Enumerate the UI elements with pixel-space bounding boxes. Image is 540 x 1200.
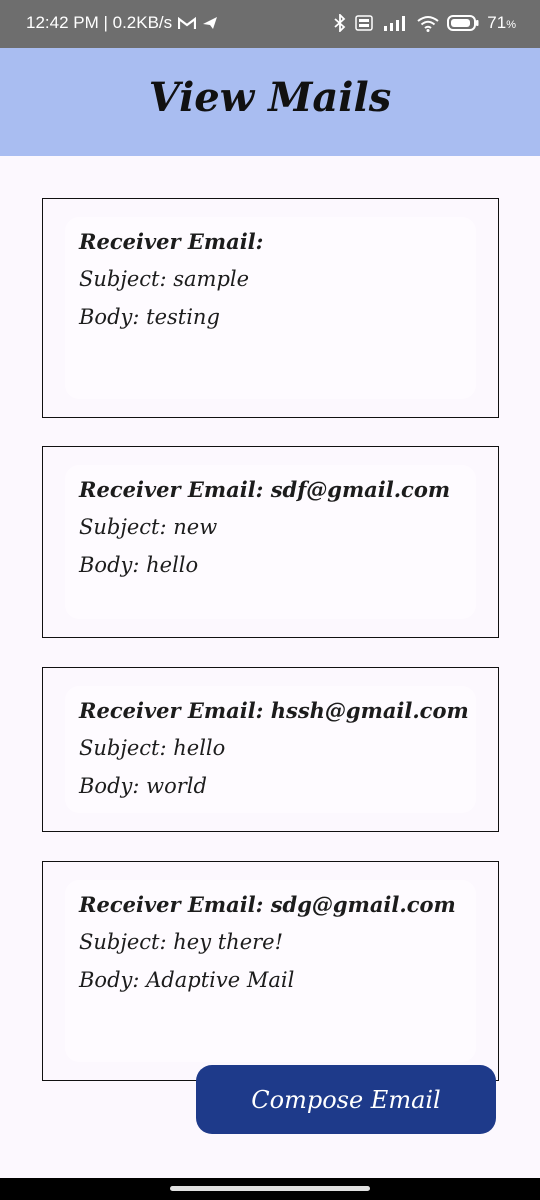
receiver-email: Receiver Email: (79, 229, 264, 254)
receiver-email: Receiver Email: sdg@gmail.com (79, 892, 456, 917)
mail-subject: Subject: hey there! (79, 930, 284, 954)
receiver-email: Receiver Email: sdf@gmail.com (79, 477, 451, 502)
mail-body: Body: hello (79, 553, 199, 577)
battery-percentage: 71% (487, 13, 516, 33)
send-arrow-icon (202, 16, 218, 30)
mail-card[interactable]: Receiver Email: sdg@gmail.com Subject: h… (42, 861, 499, 1081)
mail-card[interactable]: Receiver Email: Subject: sample Body: te… (42, 198, 499, 418)
wifi-icon (417, 15, 439, 32)
status-time-speed: 12:42 PM | 0.2KB/s (26, 13, 173, 32)
mail-body: Body: Adaptive Mail (79, 968, 295, 992)
status-right: 71% (333, 13, 516, 33)
receiver-email: Receiver Email: hssh@gmail.com (79, 698, 469, 723)
mail-subject: Subject: sample (79, 267, 250, 291)
mail-subject: Subject: hello (79, 736, 226, 760)
volte-icon (355, 15, 374, 31)
navigation-bar (0, 1178, 540, 1200)
home-indicator[interactable] (170, 1186, 370, 1191)
status-bar: 12:42 PM | 0.2KB/s 71% (0, 0, 540, 48)
mail-card[interactable]: Receiver Email: hssh@gmail.com Subject: … (42, 667, 499, 832)
mail-body: Body: world (79, 774, 207, 798)
gmail-m-icon (178, 16, 197, 30)
status-left: 12:42 PM | 0.2KB/s (26, 13, 218, 33)
mail-body: Body: testing (79, 305, 220, 329)
page-title: View Mails (148, 74, 392, 121)
battery-icon (447, 14, 479, 32)
app-bar: View Mails (0, 48, 540, 156)
mail-subject: Subject: new (79, 515, 218, 539)
mail-card[interactable]: Receiver Email: sdf@gmail.com Subject: n… (42, 446, 499, 638)
signal-4g-icon (381, 14, 409, 32)
battery-unit: % (506, 19, 516, 31)
compose-email-button[interactable]: Compose Email (196, 1065, 496, 1134)
bluetooth-icon (333, 14, 347, 32)
battery-value: 71 (487, 13, 507, 32)
